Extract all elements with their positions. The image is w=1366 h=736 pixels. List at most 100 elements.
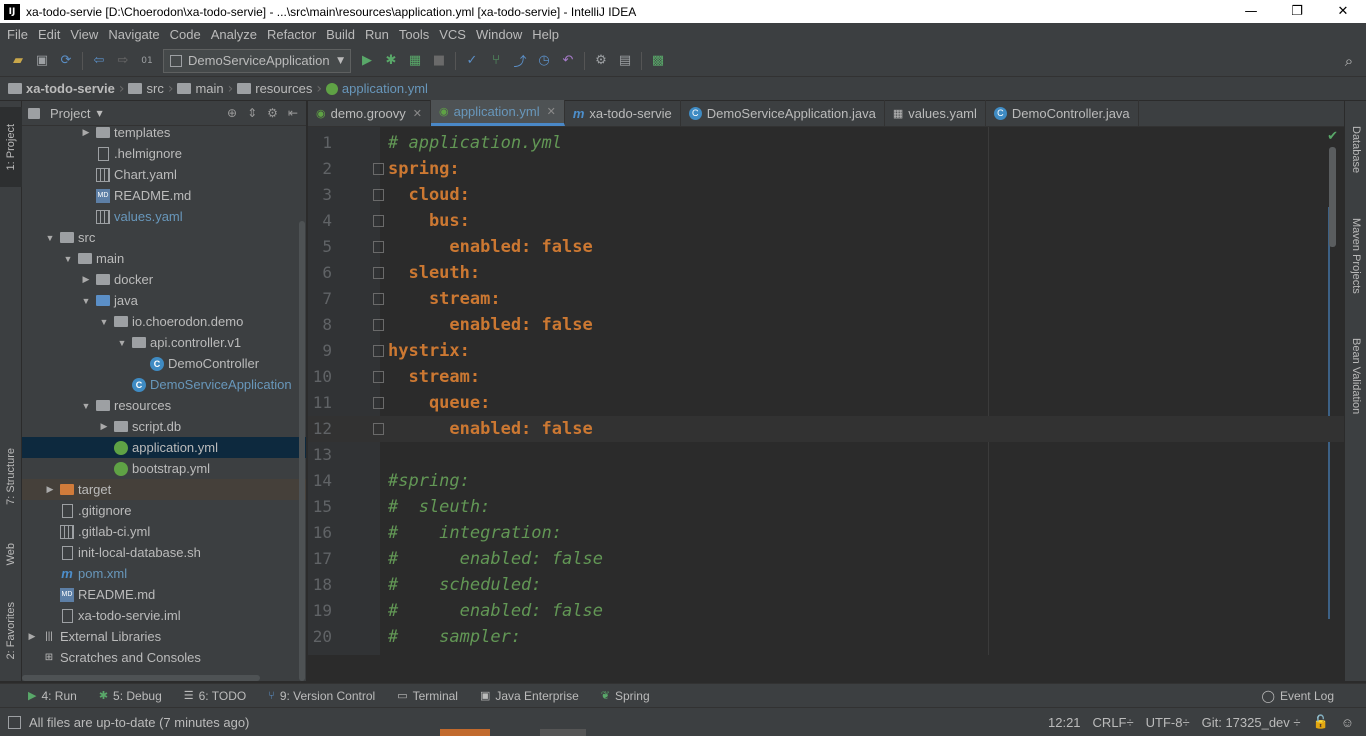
run-icon[interactable]: ▶ [358,52,376,70]
collapsed-arrow-icon[interactable]: ▶ [26,631,38,642]
tree-node[interactable]: ▼ resources [22,395,306,416]
menu-vcs[interactable]: VCS [434,27,471,42]
menu-code[interactable]: Code [165,27,206,42]
expanded-arrow-icon[interactable]: ▼ [116,338,128,348]
tree-node[interactable]: MD README.md [22,185,306,206]
tree-node[interactable]: ▶ target [22,479,306,500]
menu-edit[interactable]: Edit [33,27,65,42]
close-tab-icon[interactable]: ✕ [547,105,556,118]
fold-marker-icon[interactable] [373,371,384,383]
expanded-arrow-icon[interactable]: ▼ [44,233,56,243]
search-icon[interactable]: ⌕ [1340,52,1358,70]
project-horizontal-scrollbar[interactable] [22,675,260,681]
tool-window-structure[interactable]: 7: Structure [0,431,22,521]
fold-marker-icon[interactable] [373,397,384,409]
tree-node[interactable]: MD README.md [22,584,306,605]
file-encoding[interactable]: UTF-8÷ [1146,715,1190,730]
code-line[interactable]: 8 enabled: false [308,312,1344,338]
forward-icon[interactable]: ⇨ [114,52,132,70]
tree-node[interactable]: ▼ src [22,227,306,248]
bottom-tool-window[interactable]: ❦ Spring [601,689,650,703]
code-line[interactable]: 7 stream: [308,286,1344,312]
code-line[interactable]: 1 # application.yml [308,130,1344,156]
editor-tab[interactable]: ◉ demo.groovy ✕ [308,100,431,126]
sdk-manager-icon[interactable]: ▩ [649,52,667,70]
fold-marker-icon[interactable] [373,241,384,253]
code-line[interactable]: 11 queue: [308,390,1344,416]
synchronize-icon[interactable]: ⟳ [57,52,75,70]
run-configuration-select[interactable]: DemoServiceApplication ▼ [163,48,351,73]
revert-icon[interactable]: ↶ [559,52,577,70]
editor-tab[interactable]: ◉ application.yml ✕ [430,100,565,126]
menu-help[interactable]: Help [527,27,564,42]
tree-node[interactable]: xa-todo-servie.iml [22,605,306,626]
tree-node[interactable]: bootstrap.yml [22,458,306,479]
tree-node[interactable]: ▼ io.choerodon.demo [22,311,306,332]
bottom-tool-window[interactable]: ▭ Terminal [397,689,458,703]
git-branch[interactable]: Git: 17325_dev ÷ [1202,715,1301,730]
code-line[interactable]: 12 enabled: false [308,416,1344,442]
expanded-arrow-icon[interactable]: ▼ [62,254,74,264]
project-panel-title[interactable]: Project [50,106,90,121]
code-line[interactable]: 17 # enabled: false [308,546,1344,572]
tree-node[interactable]: init-local-database.sh [22,542,306,563]
code-line[interactable]: 3 cloud: [308,182,1344,208]
chevron-down-icon[interactable]: ▼ [96,109,102,118]
tree-node[interactable]: ▼ main [22,248,306,269]
debug-icon[interactable]: ✱ [382,52,400,70]
vcs-history-icon[interactable]: ◷ [535,52,553,70]
tree-node[interactable]: application.yml [22,437,306,458]
tool-window-web[interactable]: Web [0,529,22,579]
code-line[interactable]: 14 #spring: [308,468,1344,494]
tree-node[interactable]: .gitlab-ci.yml [22,521,306,542]
tree-node[interactable]: .gitignore [22,500,306,521]
breadcrumb-resources[interactable]: resources [237,81,312,96]
vcs-commit-icon[interactable]: ⑂ [487,52,505,70]
tool-window-database[interactable]: Database [1345,115,1366,185]
code-line[interactable]: 15 # sleuth: [308,494,1344,520]
collapsed-arrow-icon[interactable]: ▶ [80,274,92,285]
hector-icon[interactable]: ☺ [1341,715,1354,730]
gear-icon[interactable]: ⚙ [267,106,278,120]
vcs-update-icon[interactable]: ✓ [463,52,481,70]
tree-node[interactable]: ▼ java [22,290,306,311]
code-line[interactable]: 18 # scheduled: [308,572,1344,598]
minimize-button[interactable]: — [1228,0,1274,23]
tree-node[interactable]: ▼ api.controller.v1 [22,332,306,353]
expanded-arrow-icon[interactable]: ▼ [80,296,92,306]
lock-icon[interactable]: 🔓 [1313,714,1329,730]
tree-node[interactable]: values.yaml [22,206,306,227]
fold-marker-icon[interactable] [373,215,384,227]
save-all-icon[interactable]: ▣ [33,52,51,70]
code-line[interactable]: 6 sleuth: [308,260,1344,286]
code-line[interactable]: 16 # integration: [308,520,1344,546]
tree-node[interactable]: Chart.yaml [22,164,306,185]
breadcrumb-src[interactable]: src [128,81,164,96]
tree-node[interactable]: ▶ script.db [22,416,306,437]
fold-marker-icon[interactable] [373,423,384,435]
menu-build[interactable]: Build [321,27,360,42]
code-line[interactable]: 9 hystrix: [308,338,1344,364]
vcs-push-icon[interactable]: ⤴ [511,52,529,70]
tree-node[interactable]: ⊞ Scratches and Consoles [22,647,306,668]
event-log-button[interactable]: ◯ Event Log [1262,689,1334,703]
tool-window-bean-validation[interactable]: Bean Validation [1345,326,1366,426]
tool-window-project[interactable]: 1: Project [0,107,22,187]
tree-node[interactable]: ▶ templates [22,122,306,143]
tree-node[interactable]: C DemoController [22,353,306,374]
tree-node[interactable]: C DemoServiceApplication [22,374,306,395]
tool-window-favorites[interactable]: 2: Favorites [0,591,22,671]
bottom-tool-window[interactable]: ▣ Java Enterprise [480,689,579,703]
code-line[interactable]: 20 # sampler: [308,624,1344,650]
tree-node[interactable]: ▶ docker [22,269,306,290]
collapsed-arrow-icon[interactable]: ▶ [80,127,92,138]
tool-window-maven[interactable]: Maven Projects [1345,201,1366,311]
build-icon[interactable]: 01 [138,52,156,70]
fold-marker-icon[interactable] [373,163,384,175]
bottom-tool-window[interactable]: ▶ 4: Run [28,689,77,703]
fold-marker-icon[interactable] [373,319,384,331]
menu-window[interactable]: Window [471,27,527,42]
code-editor[interactable]: ✔ 1 # application.yml 2 spring: 3 cloud: 4 bu… [308,127,1344,655]
tree-node[interactable]: m pom.xml [22,563,306,584]
back-icon[interactable]: ⇦ [90,52,108,70]
